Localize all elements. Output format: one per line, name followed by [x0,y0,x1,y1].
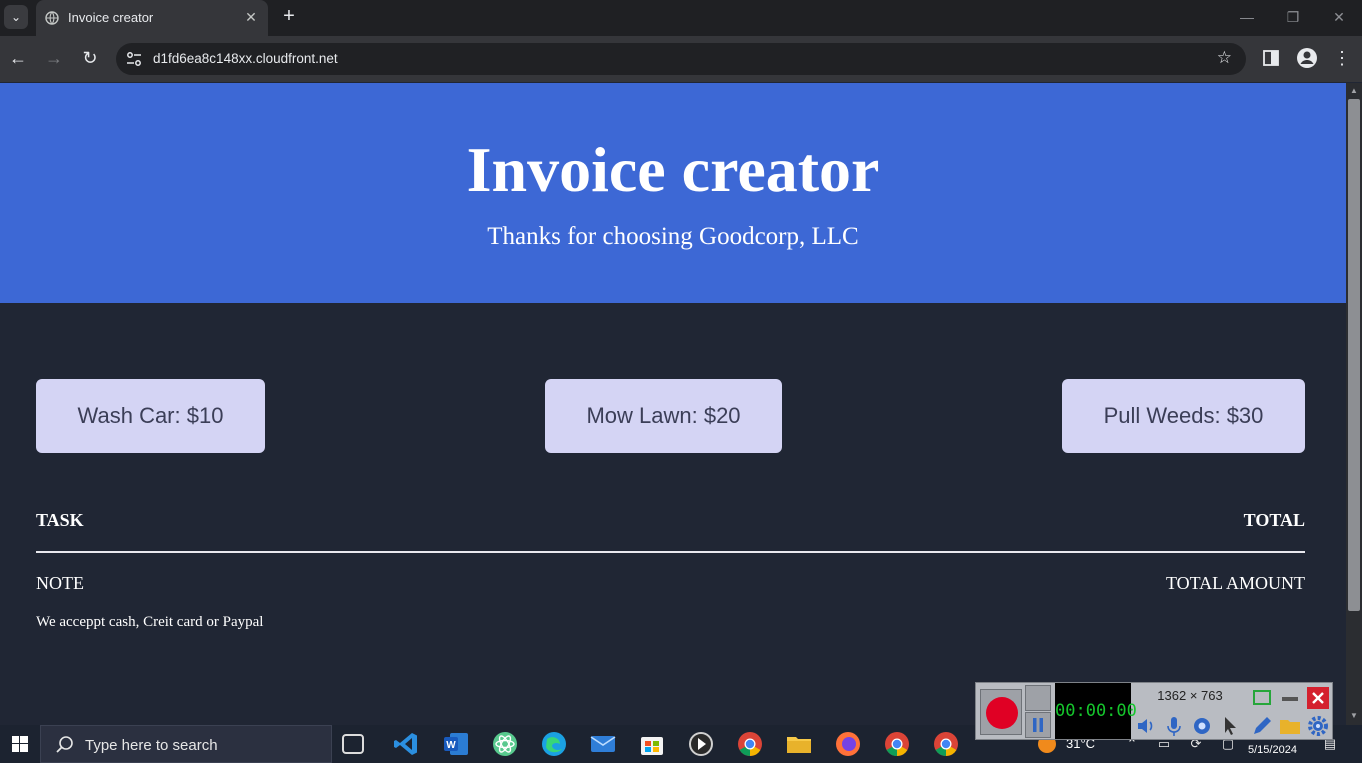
wash-car-button[interactable]: Wash Car: $10 [36,379,265,453]
site-info-icon[interactable] [124,49,144,69]
region-select-icon[interactable] [1249,685,1275,711]
mow-lawn-button[interactable]: Mow Lawn: $20 [545,379,782,453]
atom-icon[interactable] [491,730,519,758]
bookmark-star-icon[interactable]: ☆ [1217,48,1232,68]
reload-button[interactable]: ↻ [78,46,102,70]
settings-gear-icon[interactable] [1305,713,1331,739]
taskbar-search-box[interactable]: Type here to search [40,725,332,763]
mail-icon[interactable] [589,730,617,758]
total-amount-label: TOTAL AMOUNT [1165,573,1305,593]
screenshot-camera-icon[interactable] [1025,685,1051,711]
table-divider [36,551,1305,553]
profile-icon[interactable] [1296,47,1318,69]
recording-timer: 00:00:00 [1055,683,1137,739]
edge-icon[interactable] [540,730,568,758]
back-button[interactable]: ← [6,46,30,70]
speaker-icon[interactable] [1133,713,1159,739]
windows-start-icon[interactable] [0,725,40,763]
address-bar[interactable]: d1fd6ea8c148xx.cloudfront.net ☆ [116,43,1246,75]
store-icon[interactable] [638,730,666,758]
restore-button[interactable]: ❐ [1278,6,1308,28]
chrome-profile-icon[interactable] [883,730,911,758]
capture-dimensions: 1362 × 763 [1157,688,1223,703]
browser-tab-bar: ⌄ Invoice creator ✕ + — ❐ ✕ [0,0,1362,36]
page-viewport: Invoice creator Thanks for choosing Good… [0,83,1346,725]
folder-icon[interactable] [1277,713,1303,739]
side-panel-icon[interactable] [1260,47,1282,69]
word-icon[interactable]: W [442,730,470,758]
svg-text:W: W [446,740,456,751]
hero-header: Invoice creator Thanks for choosing Good… [0,83,1346,303]
note-label: NOTE [36,573,84,593]
pause-icon[interactable] [1025,712,1051,738]
cursor-icon[interactable] [1217,713,1243,739]
media-player-icon[interactable] [687,730,715,758]
pull-weeds-button[interactable]: Pull Weeds: $30 [1062,379,1305,453]
search-icon [56,736,73,753]
scrollbar-thumb[interactable] [1348,99,1360,611]
chrome-alt-icon[interactable] [932,730,960,758]
payment-note: We acceppt cash, Creit card or Paypal [36,614,264,630]
webcam-icon[interactable] [1189,713,1215,739]
taskbar-date[interactable]: 5/15/2024 [1248,744,1297,756]
search-placeholder: Type here to search [85,737,218,754]
total-column-header: TOTAL [1243,510,1305,530]
scroll-down-arrow[interactable]: ▼ [1349,711,1359,720]
browser-tab[interactable]: Invoice creator ✕ [36,0,268,36]
pen-icon[interactable] [1249,713,1275,739]
vscode-icon[interactable] [392,730,420,758]
tab-title: Invoice creator [68,10,154,25]
microphone-icon[interactable] [1161,713,1187,739]
record-dot-icon [986,697,1018,729]
chrome-icon[interactable] [736,730,764,758]
task-view-icon[interactable] [342,734,364,754]
forward-button[interactable]: → [42,46,66,70]
url-text: d1fd6ea8c148xx.cloudfront.net [153,51,338,66]
browser-menu-button[interactable]: ⋮ [1330,46,1354,70]
browser-toolbar: ← → ↻ d1fd6ea8c148xx.cloudfront.net ☆ ⋮ [0,36,1362,82]
page-title: Invoice creator [466,134,880,205]
record-button[interactable] [980,689,1022,735]
screen-recorder-widget: 00:00:00 1362 × 763 [975,682,1333,740]
page-subtitle: Thanks for choosing Goodcorp, LLC [487,223,859,250]
task-column-header: TASK [36,510,84,530]
close-window-button[interactable]: ✕ [1324,6,1354,28]
file-explorer-icon[interactable] [785,730,813,758]
minimize-button[interactable]: — [1232,6,1262,28]
vertical-scrollbar[interactable]: ▲ ▼ [1346,83,1362,725]
minimize-recorder-icon[interactable] [1277,685,1303,711]
globe-icon [45,11,59,25]
firefox-icon[interactable] [834,730,862,758]
close-recorder-icon[interactable] [1305,685,1331,711]
new-tab-button[interactable]: + [278,6,300,28]
tab-search-button[interactable]: ⌄ [4,5,28,29]
scroll-up-arrow[interactable]: ▲ [1349,86,1359,95]
close-tab-icon[interactable]: ✕ [242,8,260,26]
